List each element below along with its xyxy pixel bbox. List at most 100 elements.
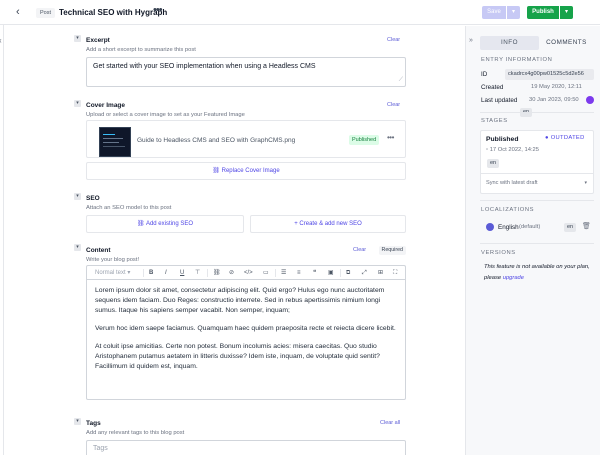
section-title-entry-information: ENTRY INFORMATION [481,57,553,63]
stage-locale-chip: en [487,159,500,168]
bullet-list-icon[interactable]: ☰ [281,268,286,278]
sync-with-latest-draft-select[interactable]: Sync with latest draft ▾ [481,173,593,194]
asset-thumbnail [99,127,131,157]
tab-comments[interactable]: COMMENTS [539,36,594,50]
stage-card: Published ● OUTDATED ▫ 17 Oct 2022, 14:2… [480,130,594,194]
code-icon[interactable]: </> [244,268,253,278]
collapse-content-toggle[interactable]: ▾ [74,244,81,251]
add-existing-seo-button[interactable]: ⛓ Add existing SEO [86,215,244,233]
clear-all-tags-button[interactable]: Clear all [380,420,400,426]
localization-locale-chip: en [564,223,577,232]
save-button[interactable]: Save [482,6,506,19]
editor-paragraph: Lorem ipsum dolor sit amet, consectetur … [95,287,385,314]
create-new-seo-button[interactable]: + Create & add new SEO [250,215,406,233]
stage-date: ▫ 17 Oct 2022, 14:25 [486,147,539,153]
back-button[interactable]: ‹ [16,6,20,18]
asset-name[interactable]: Guide to Headless CMS and SEO with Graph… [137,137,295,144]
section-title-versions: VERSIONS [481,250,516,256]
collapse-sidebar-icon[interactable]: » [469,37,473,44]
image-icon[interactable]: ▣ [328,268,334,278]
tags-input[interactable]: Tags [86,440,406,455]
divider-icon[interactable]: ⤢ [362,268,367,278]
unlink-icon[interactable]: ⊘ [229,268,234,278]
divider [480,243,594,244]
publish-dropdown-chevron-icon[interactable]: ▾ [560,6,573,19]
divider [480,200,594,201]
localization-language: English [498,224,519,231]
rich-text-toolbar: Normal text ▾ B I U ⊤ ⛓ ⊘ </> ▭ ☰ ≡ ❝ ▣ … [86,265,406,279]
save-dropdown-chevron-icon[interactable]: ▾ [507,6,520,19]
link-icon: ⛓ [212,168,220,174]
field-title: Cover Image [86,102,126,109]
collapse-excerpt-toggle[interactable]: ▾ [74,35,81,42]
field-content: Content Write your blog post! Clear Requ… [86,246,406,403]
table-icon[interactable]: ⊞ [378,268,383,278]
excerpt-textarea[interactable]: Get started with your SEO implementation… [86,57,406,87]
asset-status-badge: Published [349,135,380,145]
upgrade-link[interactable]: upgrade [503,275,524,281]
strikethrough-icon[interactable]: ⊤ [195,268,200,278]
field-description: Attach an SEO model to this post [86,205,172,211]
trash-icon[interactable]: 🗑 [582,222,591,230]
required-badge: Required [378,246,406,255]
asset-more-button[interactable]: ••• [387,133,394,142]
replace-cover-image-button[interactable]: ⛓ Replace Cover Image [86,162,406,180]
chevron-down-icon: ▾ [584,180,587,186]
expand-left-icon[interactable]: ‹ [0,36,2,45]
section-title-stages: STAGES [481,118,508,124]
collapse-tags-toggle[interactable]: ▾ [74,418,81,425]
editor-paragraph: Verum hoc idem saepe faciamus. Quamquam … [95,325,396,332]
plus-icon: + [294,221,298,227]
resize-handle-icon[interactable]: ⟋ [399,75,403,85]
localization-row: English (default) en 🗑 [480,219,594,236]
more-options-button[interactable]: ••• [153,4,163,16]
fullscreen-icon[interactable]: ⛶ [393,268,397,278]
eye-icon[interactable] [486,223,494,231]
entry-id-value[interactable]: ckadrcx4g00pw01525c5d2e56 [505,69,594,80]
field-title: Content [86,247,111,254]
created-label: Created [481,84,504,91]
editor-paragraph: At coluit ipse amicitias. Certe non pote… [95,343,380,370]
underline-icon[interactable]: U [180,268,184,278]
info-icon: ● [545,135,549,141]
clear-cover-image-button[interactable]: Clear [387,102,400,108]
link-icon[interactable]: ⛓ [213,268,221,278]
excerpt-text: Get started with your SEO implementation… [93,63,316,70]
tab-info[interactable]: INFO [480,36,539,50]
section-title-localizations: LOCALIZATIONS [481,207,535,213]
field-cover-image: Cover Image Upload or select a cover ima… [86,102,406,182]
link-icon: ⛓ [137,221,145,227]
asset-card[interactable]: Guide to Headless CMS and SEO with Graph… [86,120,406,158]
avatar[interactable] [586,96,594,104]
field-description: Add any relevant tags to this blog post [86,430,185,436]
stage-status-badge: ● OUTDATED [545,135,585,141]
last-updated-value: 30 Jan 2023, 09:50 [529,97,579,103]
code-block-icon[interactable]: ▭ [263,268,269,278]
collapse-cover-image-toggle[interactable]: ▾ [74,100,81,107]
localization-default-label: (default) [519,224,541,230]
field-tags: Tags Add any relevant tags to this blog … [86,420,406,455]
numbered-list-icon[interactable]: ≡ [297,268,301,278]
calendar-icon: ▫ [486,147,489,153]
field-title: SEO [86,195,100,202]
italic-icon[interactable]: I [165,268,167,278]
tags-placeholder: Tags [93,445,108,452]
divider [480,112,594,113]
field-description: Write your blog post! [86,257,140,263]
field-excerpt: Excerpt Add a short excerpt to summarize… [86,37,406,89]
stage-name: Published [486,136,519,143]
clear-excerpt-button[interactable]: Clear [387,37,400,43]
publish-button[interactable]: Publish [527,6,559,19]
rich-text-editor[interactable]: Lorem ipsum dolor sit amet, consectetur … [86,279,406,400]
versions-note: This feature is not available on your pl… [484,264,590,281]
model-badge: Post [36,8,56,18]
clear-content-button[interactable]: Clear [353,247,366,253]
text-style-select[interactable]: Normal text ▾ [95,268,130,278]
embed-icon[interactable]: ⧉ [346,268,350,278]
field-seo: SEO Attach an SEO model to this post ⛓ A… [86,195,406,237]
collapse-seo-toggle[interactable]: ▾ [74,193,81,200]
blockquote-icon[interactable]: ❝ [313,268,316,278]
entry-title: Technical SEO with Hygraph [59,8,168,17]
field-description: Upload or select a cover image to set as… [86,112,245,118]
bold-icon[interactable]: B [149,268,153,278]
